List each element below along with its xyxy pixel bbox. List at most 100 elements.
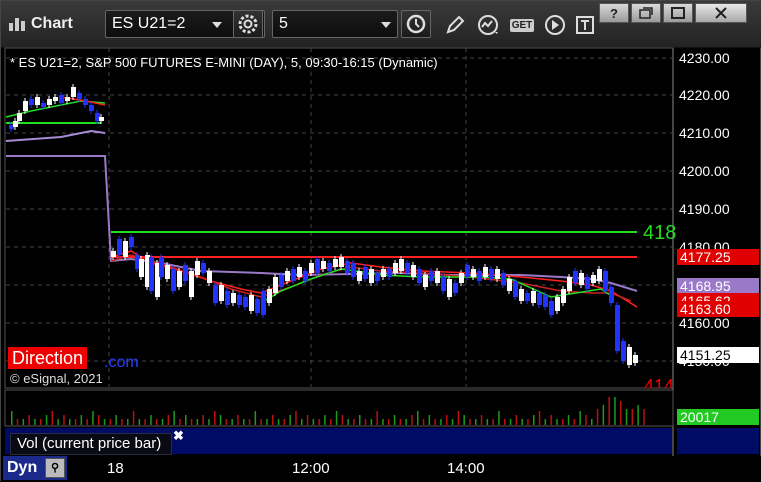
volume-bar [376, 411, 378, 425]
volume-bar [219, 415, 222, 425]
settings-button[interactable] [233, 10, 263, 38]
candlestick [17, 113, 22, 121]
volume-bar [347, 419, 349, 425]
volume-bar [289, 415, 291, 425]
price-tick-label: 4200.00 [679, 163, 730, 179]
candlestick [195, 261, 200, 275]
close-button[interactable] [695, 3, 747, 23]
volume-bar [573, 419, 576, 425]
candlestick [375, 273, 380, 281]
play-button[interactable] [541, 11, 569, 39]
studies-icon [478, 15, 498, 35]
candlestick [177, 271, 182, 287]
volume-bar [446, 415, 448, 425]
candlestick [579, 273, 584, 285]
price-tick-label: 4230.00 [679, 50, 730, 66]
volume-bar [283, 419, 286, 425]
volume-bar [422, 419, 425, 425]
candlestick [459, 273, 464, 283]
volume-bar [608, 397, 610, 425]
chevron-down-icon[interactable] [212, 22, 222, 28]
time-label: 18 [107, 460, 124, 477]
volume-bar [405, 419, 407, 425]
volume-bar [538, 411, 541, 425]
maximize-button[interactable] [663, 3, 693, 23]
green-line-label: 418 [643, 222, 677, 244]
volume-bar [295, 411, 297, 425]
text-button[interactable] [571, 11, 599, 39]
volume-bar [103, 419, 106, 425]
dynamic-button[interactable]: Dyn ⚲ [3, 456, 67, 480]
price-chart[interactable] [1, 47, 761, 456]
candlestick [591, 275, 596, 283]
clock-icon [406, 14, 426, 34]
candlestick [139, 259, 144, 277]
lock-icon[interactable]: ⚲ [45, 458, 65, 478]
candlestick [255, 299, 260, 313]
volume-label[interactable]: Vol (current price bar) [10, 433, 173, 455]
candlestick [189, 271, 194, 297]
volume-bar [16, 419, 19, 425]
candlestick [597, 269, 602, 281]
volume-bar [330, 419, 332, 425]
volume-bar [109, 419, 112, 425]
candlestick [243, 297, 248, 307]
draw-button[interactable] [441, 11, 469, 39]
candlestick [29, 99, 34, 105]
candlestick [77, 93, 82, 99]
studies-button[interactable] [475, 11, 503, 39]
volume-bar [185, 415, 187, 425]
close-icon[interactable]: ✖ [173, 428, 184, 444]
volume-bar [272, 415, 274, 425]
price-tag: 4177.25 [677, 249, 759, 265]
volume-bar [231, 419, 233, 425]
volume-bar [80, 415, 83, 425]
volume-bar [451, 419, 454, 425]
candlestick [513, 281, 518, 297]
volume-bar [643, 409, 645, 425]
volume-bar [57, 419, 59, 425]
price-tick-label: 4220.00 [679, 87, 730, 103]
volume-bar [132, 411, 135, 425]
price-tag: 4151.25 [677, 347, 759, 363]
time-button[interactable] [401, 10, 431, 38]
text-icon [576, 16, 594, 34]
volume-bar [492, 419, 494, 425]
help-button[interactable]: ? [599, 3, 629, 23]
candlestick [495, 269, 500, 279]
candlestick [435, 271, 440, 283]
restore-button[interactable] [631, 3, 661, 23]
candlestick [213, 285, 218, 303]
candlestick [603, 271, 608, 291]
volume-bar [243, 419, 245, 425]
time-axis[interactable]: 18 12:00 14:00 [1, 456, 761, 482]
candlestick [447, 279, 452, 297]
volume-bar [335, 411, 338, 425]
chevron-down-icon[interactable] [381, 22, 391, 28]
candlestick [53, 97, 58, 101]
volume-bar [353, 419, 355, 425]
volume-bar [196, 419, 199, 425]
candlestick [89, 105, 94, 111]
volume-bar [533, 415, 535, 425]
volume-tag: 20017 [677, 409, 759, 425]
get-button[interactable]: GET [507, 11, 537, 39]
volume-bar [521, 419, 523, 425]
candlestick [47, 99, 52, 105]
candlestick [41, 103, 46, 107]
candlestick [387, 269, 392, 277]
price-tick-label: 4210.00 [679, 125, 730, 141]
candlestick [35, 97, 40, 105]
candlestick [357, 271, 362, 281]
interval-select[interactable]: 5 [272, 10, 398, 38]
interval-value: 5 [279, 15, 288, 32]
volume-bar [277, 419, 280, 425]
volume-bar [620, 401, 622, 425]
candlestick [285, 271, 290, 281]
volume-bar [138, 419, 141, 425]
volume-bar [341, 415, 344, 425]
candlestick [489, 269, 494, 279]
candlestick [405, 263, 410, 273]
candlestick [585, 277, 590, 289]
volume-bar [417, 411, 419, 425]
